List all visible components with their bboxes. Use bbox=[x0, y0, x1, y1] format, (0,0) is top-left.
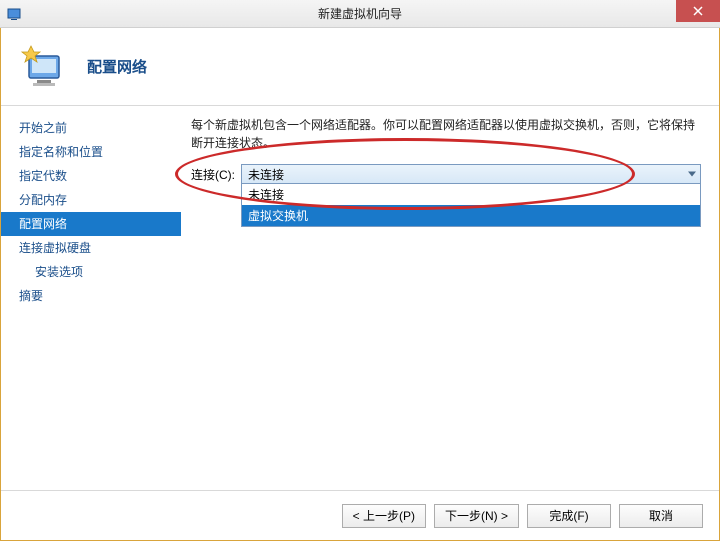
finish-button[interactable]: 完成(F) bbox=[527, 504, 611, 528]
close-icon bbox=[693, 6, 703, 16]
wizard-step-item[interactable]: 连接虚拟硬盘 bbox=[1, 236, 181, 260]
connection-row: 连接(C): 未连接 未连接虚拟交换机 bbox=[191, 164, 701, 227]
close-button[interactable] bbox=[676, 0, 720, 22]
chevron-down-icon bbox=[688, 172, 696, 177]
main-area: 开始之前指定名称和位置指定代数分配内存配置网络连接虚拟硬盘安装选项摘要 每个新虚… bbox=[1, 106, 719, 490]
wizard-step-item[interactable]: 摘要 bbox=[1, 284, 181, 308]
next-button[interactable]: 下一步(N) > bbox=[434, 504, 519, 528]
wizard-icon bbox=[19, 42, 69, 92]
connection-selected-value: 未连接 bbox=[248, 166, 284, 183]
page-title: 配置网络 bbox=[87, 56, 147, 77]
app-icon bbox=[6, 6, 22, 22]
wizard-step-item[interactable]: 指定名称和位置 bbox=[1, 140, 181, 164]
connection-combobox[interactable]: 未连接 bbox=[241, 164, 701, 184]
description-text: 每个新虚拟机包含一个网络适配器。你可以配置网络适配器以使用虚拟交换机，否则，它将… bbox=[191, 116, 701, 152]
wizard-step-item[interactable]: 分配内存 bbox=[1, 188, 181, 212]
window-body: 配置网络 开始之前指定名称和位置指定代数分配内存配置网络连接虚拟硬盘安装选项摘要… bbox=[0, 28, 720, 541]
wizard-footer: < 上一步(P) 下一步(N) > 完成(F) 取消 bbox=[1, 490, 719, 540]
title-bar: 新建虚拟机向导 bbox=[0, 0, 720, 28]
connection-dropdown: 未连接虚拟交换机 bbox=[241, 184, 701, 227]
wizard-header: 配置网络 bbox=[1, 28, 719, 106]
connection-option[interactable]: 未连接 bbox=[242, 184, 700, 205]
wizard-steps-sidebar: 开始之前指定名称和位置指定代数分配内存配置网络连接虚拟硬盘安装选项摘要 bbox=[1, 106, 181, 490]
wizard-step-item[interactable]: 配置网络 bbox=[1, 212, 181, 236]
connection-label: 连接(C): bbox=[191, 164, 235, 183]
cancel-button[interactable]: 取消 bbox=[619, 504, 703, 528]
connection-option[interactable]: 虚拟交换机 bbox=[242, 205, 700, 226]
window-title: 新建虚拟机向导 bbox=[0, 5, 720, 22]
prev-button[interactable]: < 上一步(P) bbox=[342, 504, 426, 528]
wizard-step-item[interactable]: 开始之前 bbox=[1, 116, 181, 140]
wizard-step-item[interactable]: 安装选项 bbox=[1, 260, 181, 284]
wizard-step-item[interactable]: 指定代数 bbox=[1, 164, 181, 188]
content-pane: 每个新虚拟机包含一个网络适配器。你可以配置网络适配器以使用虚拟交换机，否则，它将… bbox=[181, 106, 719, 490]
connection-combo-wrap: 未连接 未连接虚拟交换机 bbox=[241, 164, 701, 227]
